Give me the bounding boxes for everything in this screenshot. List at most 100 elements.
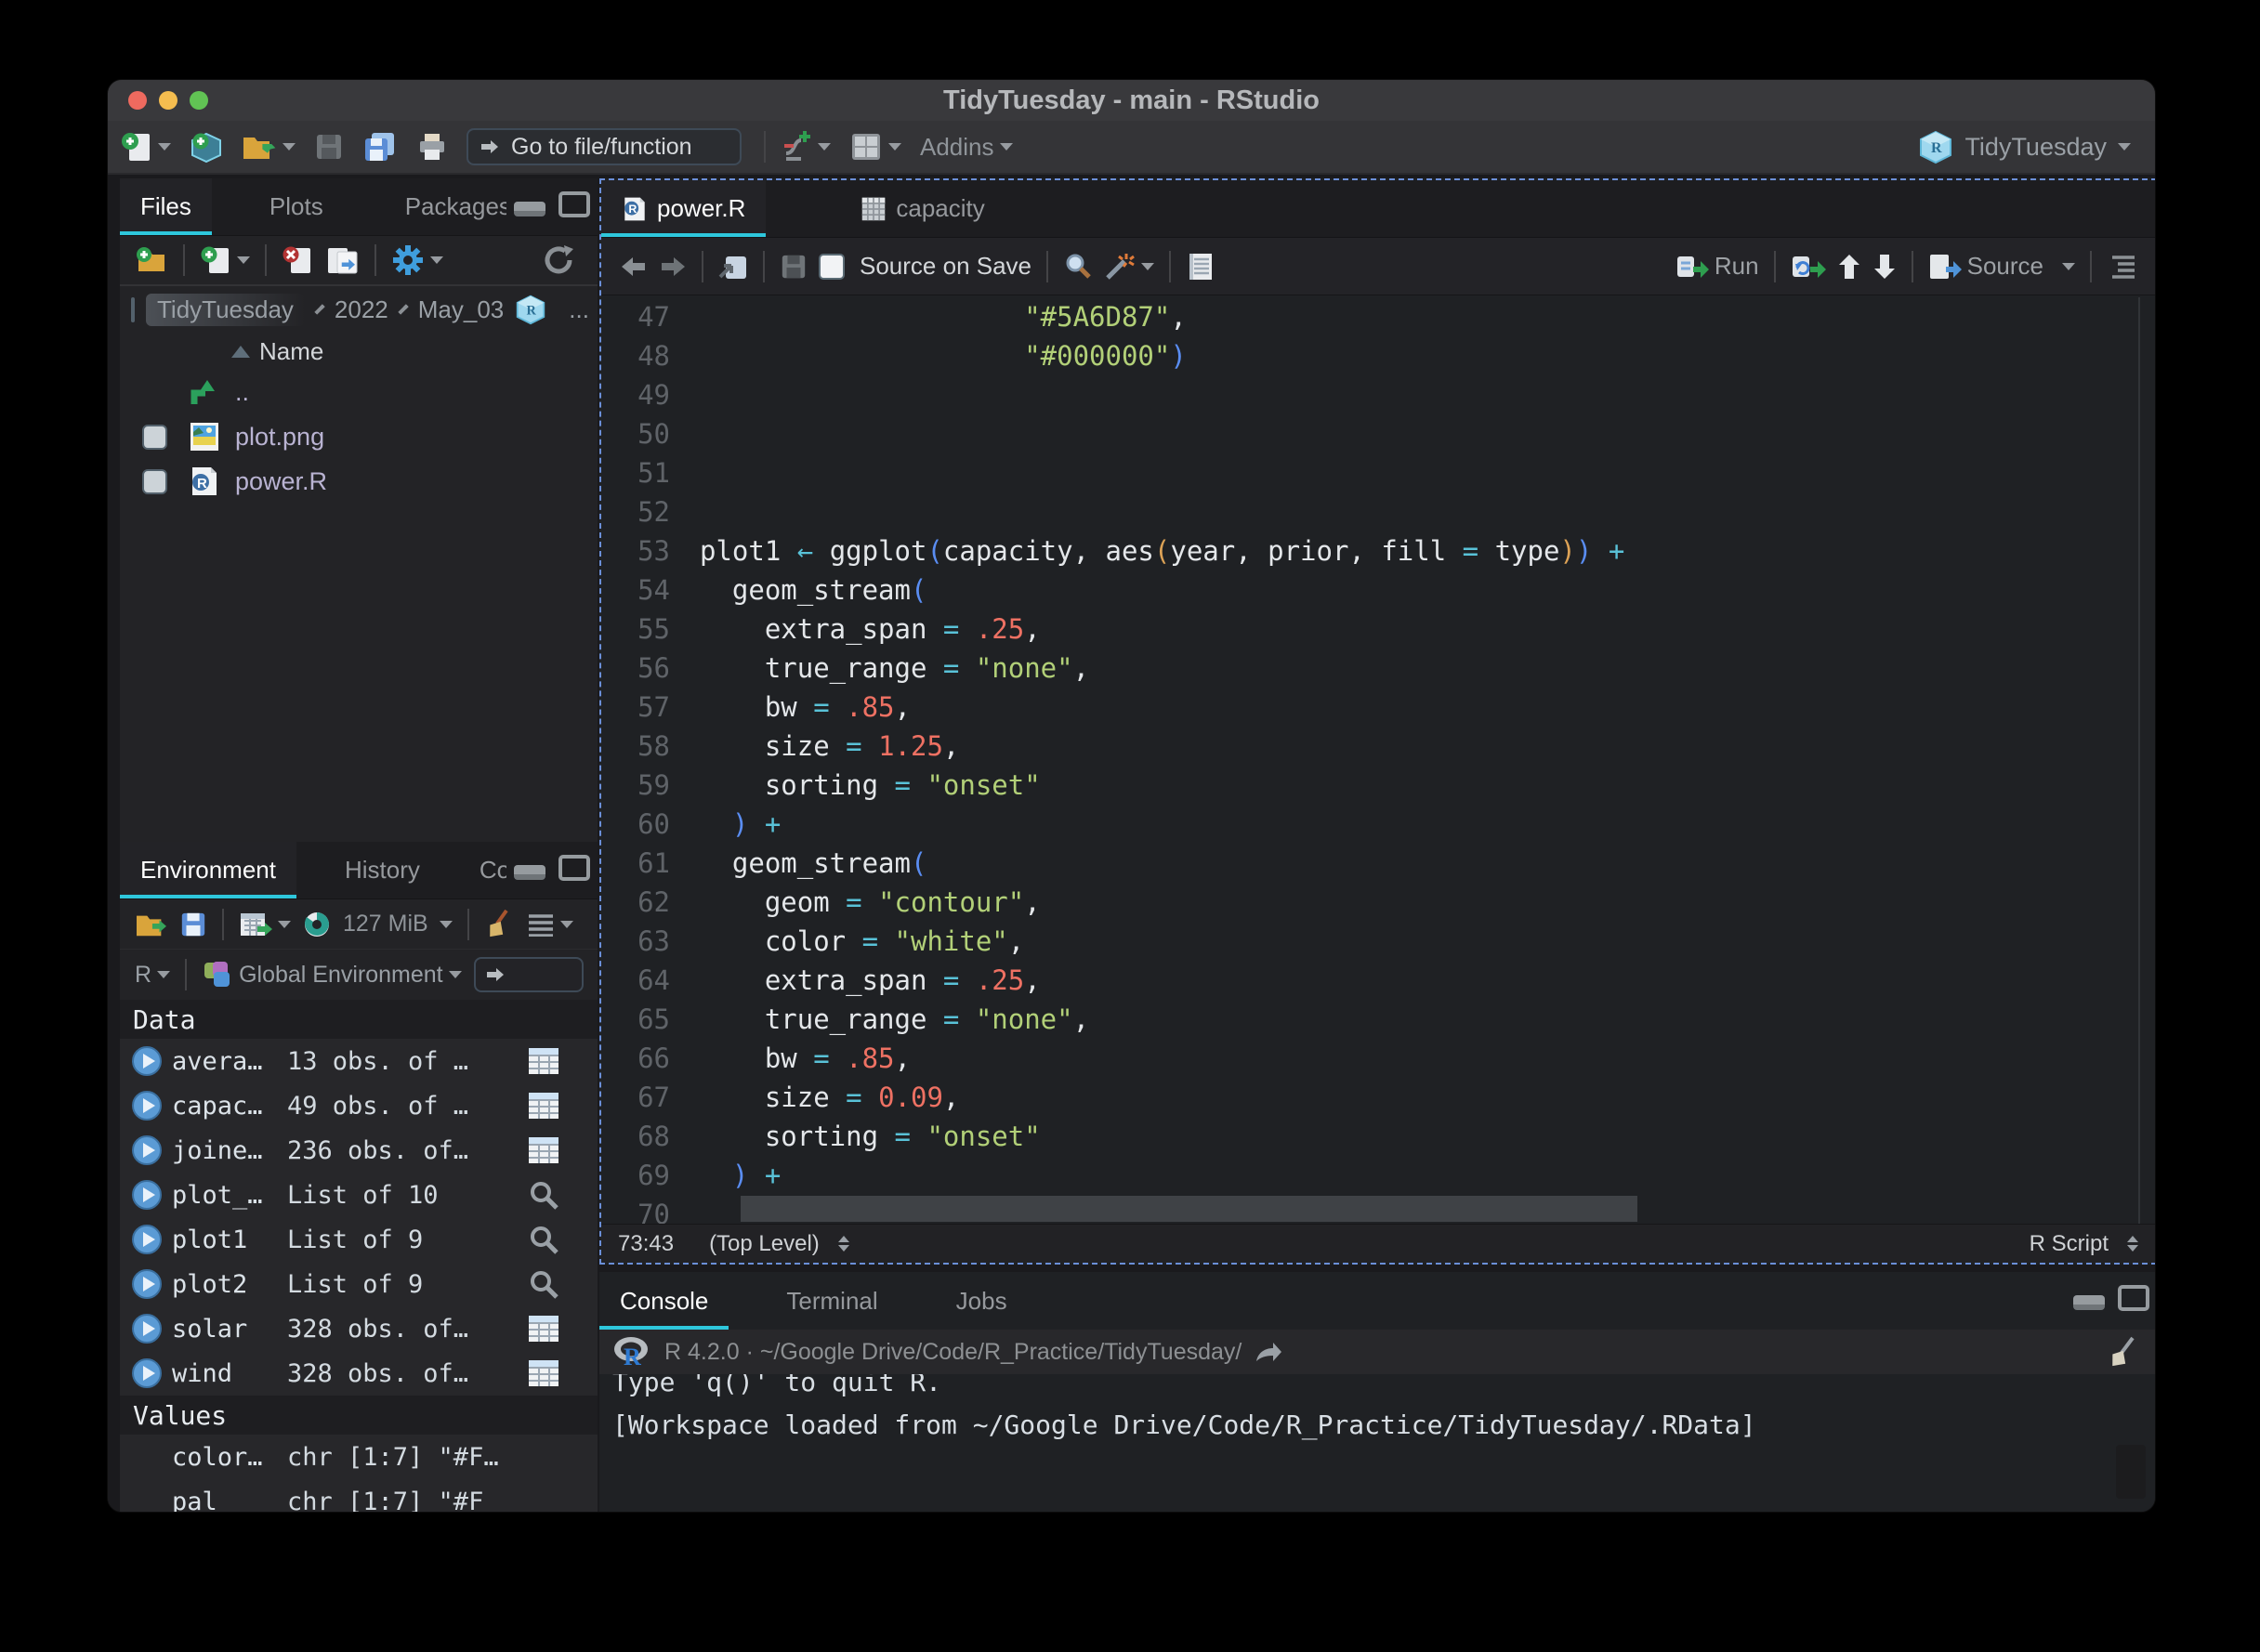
memory-caret-icon[interactable] xyxy=(440,921,453,928)
view-table-icon[interactable] xyxy=(527,1045,560,1077)
file-name[interactable]: .. xyxy=(235,378,249,407)
language-select[interactable]: R xyxy=(129,958,176,992)
new-blank-file-caret-icon[interactable] xyxy=(237,256,250,264)
expand-object-icon[interactable] xyxy=(131,1179,163,1211)
workspace-panes-button[interactable] xyxy=(844,127,907,166)
addins-button[interactable]: Addins xyxy=(914,129,1018,165)
new-folder-button[interactable] xyxy=(129,242,174,279)
view-table-icon[interactable] xyxy=(527,1134,560,1166)
new-blank-file-button[interactable] xyxy=(194,241,256,280)
view-table-icon[interactable] xyxy=(527,1090,560,1121)
tab-files[interactable]: Files xyxy=(120,178,212,235)
files-more-button[interactable] xyxy=(386,240,449,281)
scope-select[interactable]: Global Environment xyxy=(196,956,467,993)
tab-terminal[interactable]: Terminal xyxy=(766,1272,898,1330)
project-caret-icon[interactable] xyxy=(2118,143,2131,151)
version-control-button[interactable] xyxy=(775,125,836,168)
expand-object-icon[interactable] xyxy=(131,1090,163,1121)
tab-capacity[interactable]: capacity xyxy=(840,180,1005,237)
expand-object-icon[interactable] xyxy=(131,1045,163,1077)
code-line[interactable]: 68 sorting = "onset" xyxy=(601,1117,2155,1156)
code-line[interactable]: 61 geom_stream( xyxy=(601,844,2155,883)
refresh-files-button[interactable] xyxy=(536,240,581,281)
open-in-new-window-button[interactable] xyxy=(713,249,754,284)
go-to-next-chunk-button[interactable] xyxy=(1867,249,1902,284)
file-name[interactable]: power.R xyxy=(235,467,327,496)
inspect-object-icon[interactable] xyxy=(527,1179,560,1211)
rerun-button[interactable] xyxy=(1785,249,1832,284)
view-table-icon[interactable] xyxy=(527,1313,560,1344)
minimize-pane-icon[interactable] xyxy=(514,202,545,216)
go-to-previous-chunk-button[interactable] xyxy=(1832,249,1867,284)
print-button[interactable] xyxy=(411,127,453,166)
code-line[interactable]: 54 geom_stream( xyxy=(601,570,2155,610)
save-all-button[interactable] xyxy=(357,127,403,166)
run-button[interactable]: Run xyxy=(1670,248,1765,284)
maximize-pane-icon[interactable] xyxy=(558,855,590,881)
go-to-directory-icon[interactable] xyxy=(1255,1341,1282,1363)
scope-selector-icon[interactable] xyxy=(838,1236,849,1252)
save-button[interactable] xyxy=(309,128,349,165)
minimize-pane-icon[interactable] xyxy=(2073,1295,2105,1310)
vcs-caret-icon[interactable] xyxy=(818,143,831,151)
code-line[interactable]: 52 xyxy=(601,492,2155,531)
compile-report-button[interactable] xyxy=(1180,248,1219,285)
code-line[interactable]: 55 extra_span = .25, xyxy=(601,610,2155,649)
open-file-caret-icon[interactable] xyxy=(282,143,296,151)
scope-caret-icon[interactable] xyxy=(449,971,462,978)
source-caret-icon[interactable] xyxy=(2062,263,2075,270)
source-on-save-checkbox[interactable]: Source on Save xyxy=(813,248,1037,284)
addins-caret-icon[interactable] xyxy=(1000,143,1013,151)
code-line[interactable]: 49 xyxy=(601,375,2155,414)
tab-history[interactable]: History xyxy=(324,842,440,898)
list-view-button[interactable] xyxy=(521,909,579,940)
file-row-up[interactable]: .. xyxy=(120,370,598,414)
checkbox-icon[interactable] xyxy=(819,254,845,280)
environment-data-row[interactable]: joine… 236 obs. of… xyxy=(120,1128,598,1173)
environment-value-row[interactable]: color… chr [1:7] "#F… xyxy=(120,1435,598,1479)
file-checkbox[interactable] xyxy=(142,425,167,450)
breadcrumb-more-button[interactable]: ... xyxy=(569,295,589,324)
expand-object-icon[interactable] xyxy=(131,1313,163,1344)
new-file-button[interactable] xyxy=(115,126,177,167)
code-line[interactable]: 58 size = 1.25, xyxy=(601,727,2155,766)
tab-console[interactable]: Console xyxy=(599,1272,729,1330)
code-line[interactable]: 66 bw = .85, xyxy=(601,1039,2155,1078)
code-line[interactable]: 63 color = "white", xyxy=(601,922,2155,961)
environment-data-row[interactable]: plot_… List of 10 xyxy=(120,1173,598,1217)
code-line[interactable]: 69 ) + xyxy=(601,1156,2155,1195)
code-line[interactable]: 47 "#5A6D87", xyxy=(601,297,2155,336)
environment-value-row[interactable]: pal chr [1:7] "#F xyxy=(120,1479,598,1513)
import-caret-icon[interactable] xyxy=(278,921,291,928)
code-line[interactable]: 65 true_range = "none", xyxy=(601,1000,2155,1039)
code-tools-caret-icon[interactable] xyxy=(1141,263,1154,270)
find-replace-button[interactable] xyxy=(1058,248,1098,285)
maximize-pane-icon[interactable] xyxy=(558,191,590,217)
console-scrollbar-thumb[interactable] xyxy=(2116,1445,2146,1499)
scope-indicator[interactable]: (Top Level) xyxy=(709,1231,820,1257)
breadcrumb-year[interactable]: 2022 xyxy=(335,295,388,324)
document-outline-button[interactable] xyxy=(2101,251,2142,282)
file-type-selector-icon[interactable] xyxy=(2127,1236,2138,1252)
code-line[interactable]: 67 size = 0.09, xyxy=(601,1078,2155,1117)
file-checkbox[interactable] xyxy=(142,469,167,494)
file-name[interactable]: plot.png xyxy=(235,423,324,452)
code-line[interactable]: 57 bw = .85, xyxy=(601,688,2155,727)
code-tools-button[interactable] xyxy=(1098,248,1160,285)
environment-data-row[interactable]: avera… 13 obs. of … xyxy=(120,1039,598,1083)
environment-data-row[interactable]: solar 328 obs. of… xyxy=(120,1306,598,1351)
expand-object-icon[interactable] xyxy=(131,1268,163,1300)
goto-file-function-input[interactable]: Go to file/function xyxy=(466,128,742,165)
code-line[interactable]: 50 xyxy=(601,414,2155,453)
new-project-button[interactable] xyxy=(184,126,229,167)
files-name-header[interactable]: Name xyxy=(120,333,598,370)
environment-search-input[interactable] xyxy=(474,957,584,992)
view-table-icon[interactable] xyxy=(527,1357,560,1389)
code-line[interactable]: 62 geom = "contour", xyxy=(601,883,2155,922)
panes-caret-icon[interactable] xyxy=(888,143,901,151)
horizontal-scrollbar[interactable] xyxy=(741,1196,1637,1222)
expand-object-icon[interactable] xyxy=(131,1224,163,1255)
clear-console-button[interactable] xyxy=(2101,1332,2144,1371)
tab-jobs[interactable]: Jobs xyxy=(936,1272,1028,1330)
code-line[interactable]: 48 "#000000") xyxy=(601,336,2155,375)
